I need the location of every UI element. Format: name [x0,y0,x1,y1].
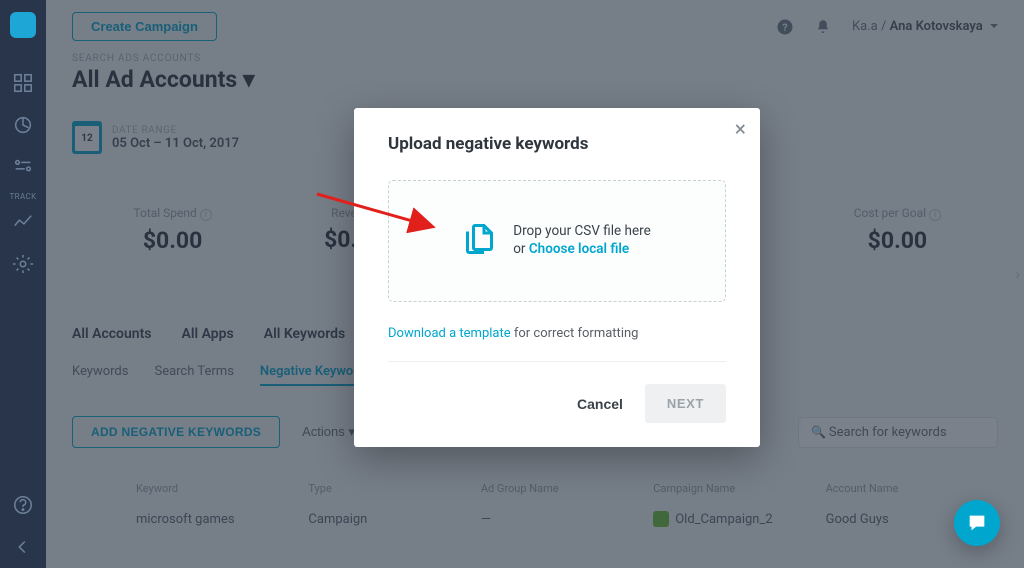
files-icon [463,221,499,261]
chat-icon [966,512,988,534]
cancel-button[interactable]: Cancel [577,396,623,412]
choose-file-link[interactable]: Choose local file [529,241,629,257]
dropzone-text: Drop your CSV file here or Choose local … [513,223,651,258]
upload-modal: × Upload negative keywords Drop your CSV… [354,108,760,447]
download-template-link[interactable]: Download a template [388,326,511,341]
nav-automate-icon[interactable] [12,253,34,275]
dropzone[interactable]: Drop your CSV file here or Choose local … [388,180,726,302]
nav-settings-icon[interactable] [12,156,34,178]
nav-dashboard-icon[interactable] [12,72,34,94]
divider [388,361,726,362]
nav-rail: TRACK [0,0,46,568]
nav-help-icon[interactable] [12,494,34,516]
nav-section-label: TRACK [9,192,36,201]
next-button[interactable]: NEXT [645,384,726,423]
template-hint: Download a template for correct formatti… [388,326,726,341]
nav-analytics-icon[interactable] [12,114,34,136]
nav-collapse-icon[interactable] [12,536,34,558]
nav-track-icon[interactable] [12,211,34,233]
modal-actions: Cancel NEXT [388,384,726,423]
app-logo[interactable] [10,12,36,38]
close-icon[interactable]: × [735,118,746,142]
modal-title: Upload negative keywords [388,134,726,154]
chat-launcher[interactable] [954,500,1000,546]
app-main: Create Campaign ? Ka.a / Ana Kotovskaya … [46,0,1024,568]
